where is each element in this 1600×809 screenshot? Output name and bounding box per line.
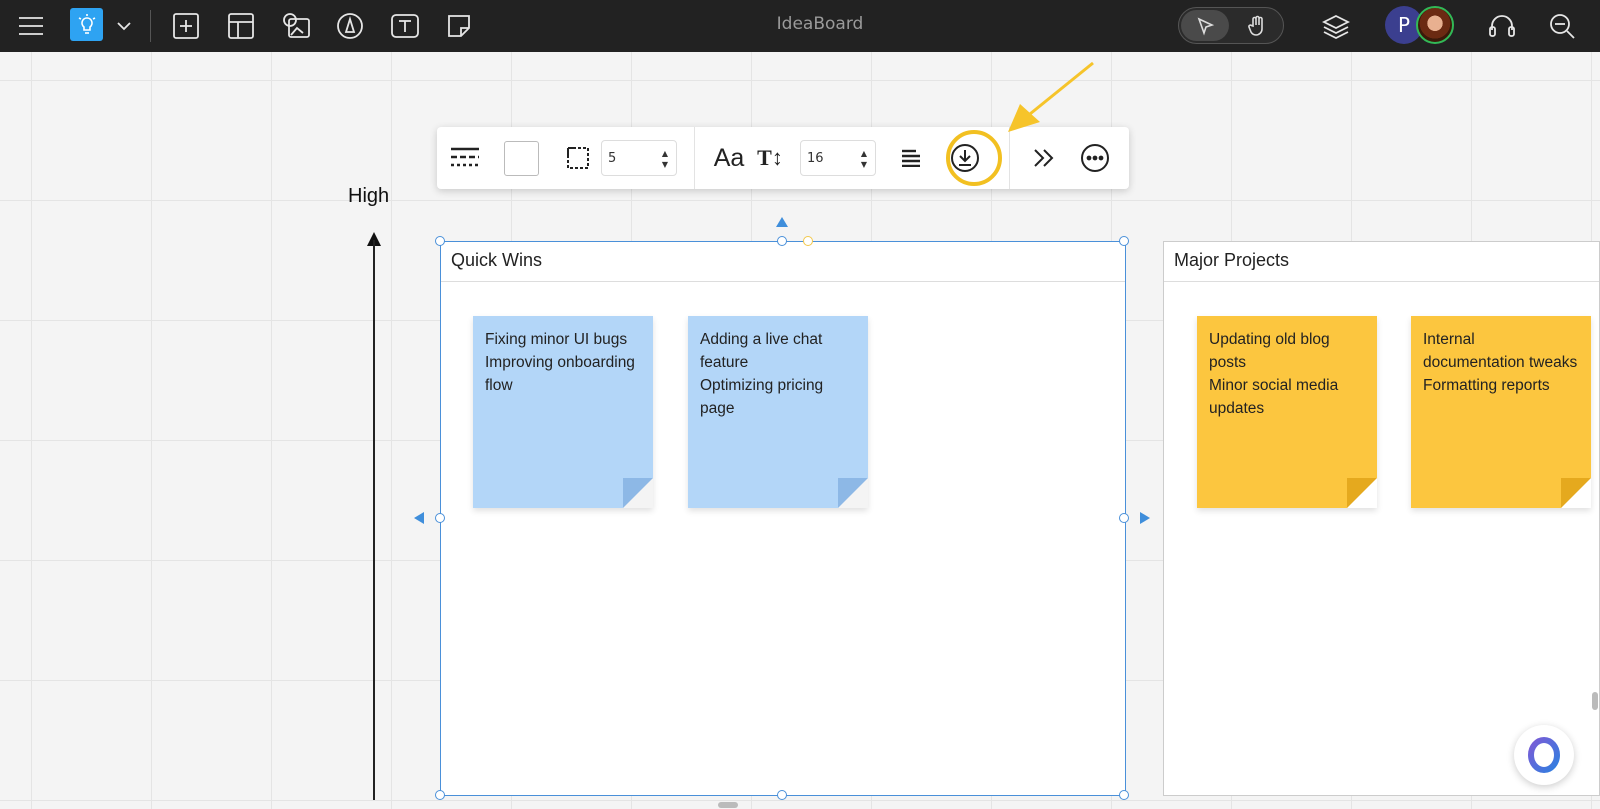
zoom-out-icon[interactable]	[1544, 8, 1580, 44]
sticky-fold	[1347, 478, 1377, 508]
avatar-user-photo[interactable]	[1416, 6, 1454, 44]
chevron-down-icon[interactable]	[106, 8, 142, 44]
sticky-note-line: Internal documentation tweaks	[1423, 331, 1578, 371]
border-width-stepper[interactable]: 5 ▲ ▼	[601, 140, 677, 176]
text-size-label: T↕	[757, 145, 783, 170]
sticky-fold	[1561, 478, 1591, 508]
font-icon[interactable]: Aa	[709, 140, 749, 176]
topbar-divider	[150, 10, 151, 42]
app-title: IdeaBoard	[776, 14, 864, 34]
font-size-stepper[interactable]: 16 ▲ ▼	[800, 140, 876, 176]
connector-arrow-left[interactable]	[414, 512, 424, 524]
toolbar-divider	[694, 127, 695, 189]
sticky-note[interactable]: Updating old blog posts Minor social med…	[1197, 316, 1377, 508]
mode-toggle	[1178, 7, 1284, 44]
font-label: Aa	[713, 143, 745, 172]
resize-handle-bottom-right[interactable]	[1119, 790, 1129, 800]
more-options-icon[interactable]	[1077, 140, 1113, 176]
border-width-value: 5	[608, 150, 617, 166]
media-icon[interactable]	[278, 8, 314, 44]
sticky-note-line: Minor social media updates	[1209, 377, 1339, 417]
more-forward-icon[interactable]	[1027, 140, 1061, 176]
sticky-note[interactable]: Fixing minor UI bugs Improving onboardin…	[473, 316, 653, 508]
resize-handle-right[interactable]	[1119, 513, 1129, 523]
vertical-scrollbar[interactable]	[1592, 692, 1598, 710]
template-icon[interactable]	[223, 8, 259, 44]
text-icon[interactable]	[387, 8, 423, 44]
sticky-note-line: Fixing minor UI bugs	[485, 331, 628, 348]
font-size-wrapper: 16 ▲ ▼	[800, 140, 876, 176]
hand-icon[interactable]	[1233, 10, 1281, 41]
border-style-icon[interactable]	[561, 140, 595, 176]
highlight-ring	[946, 130, 1002, 186]
axis-label-high: High	[348, 185, 390, 207]
sticky-note-line: Adding a live chat feature	[700, 331, 823, 371]
assistant-button[interactable]	[1514, 725, 1574, 785]
headset-icon[interactable]	[1484, 8, 1520, 44]
annotation-arrow	[1008, 61, 1094, 132]
axis-line	[373, 240, 375, 800]
resize-handle-bottom-left[interactable]	[435, 790, 445, 800]
add-frame-icon[interactable]	[168, 8, 204, 44]
connector-arrow-right[interactable]	[1140, 512, 1150, 524]
sticky-note-icon[interactable]	[441, 8, 477, 44]
align-icon[interactable]	[894, 140, 928, 176]
pointer-icon[interactable]	[1181, 10, 1229, 41]
sticky-fold	[838, 478, 868, 508]
border-width-wrapper: 5 ▲ ▼	[601, 140, 677, 176]
horizontal-scrollbar[interactable]	[718, 802, 738, 808]
connector-arrow-up[interactable]	[776, 217, 788, 227]
resize-handle-top-right[interactable]	[1119, 236, 1129, 246]
resize-handle-left[interactable]	[435, 513, 445, 523]
line-style-icon[interactable]	[447, 140, 483, 176]
sticky-note-line: Optimizing pricing page	[700, 377, 824, 417]
layers-icon[interactable]	[1318, 8, 1354, 44]
font-size-value: 16	[807, 150, 824, 166]
text-size-icon[interactable]: T↕	[755, 140, 785, 176]
sticky-fold	[623, 478, 653, 508]
pen-icon[interactable]	[332, 8, 368, 44]
sticky-note[interactable]: Internal documentation tweaks Formatting…	[1411, 316, 1591, 508]
stepper-arrows-icon[interactable]: ▲ ▼	[861, 148, 867, 170]
resize-handle-top[interactable]	[777, 236, 787, 246]
resize-handle-bottom[interactable]	[777, 790, 787, 800]
top-bar: IdeaBoard P	[0, 0, 1600, 52]
frame-title[interactable]: Major Projects	[1164, 242, 1599, 282]
resize-handle-top-left[interactable]	[435, 236, 445, 246]
stepper-arrows-icon[interactable]: ▲ ▼	[662, 148, 668, 170]
sticky-note-line: Formatting reports	[1423, 377, 1550, 394]
assistant-logo-icon	[1528, 737, 1560, 773]
rotate-handle[interactable]	[803, 236, 813, 246]
sticky-note[interactable]: Adding a live chat feature Optimizing pr…	[688, 316, 868, 508]
hamburger-icon[interactable]	[13, 8, 49, 44]
fill-color-swatch[interactable]	[503, 140, 539, 176]
lightbulb-icon[interactable]	[70, 8, 103, 41]
sticky-note-line: Improving onboarding flow	[485, 354, 635, 394]
frame-title[interactable]: Quick Wins	[441, 242, 1125, 282]
sticky-note-line: Updating old blog posts	[1209, 331, 1330, 371]
